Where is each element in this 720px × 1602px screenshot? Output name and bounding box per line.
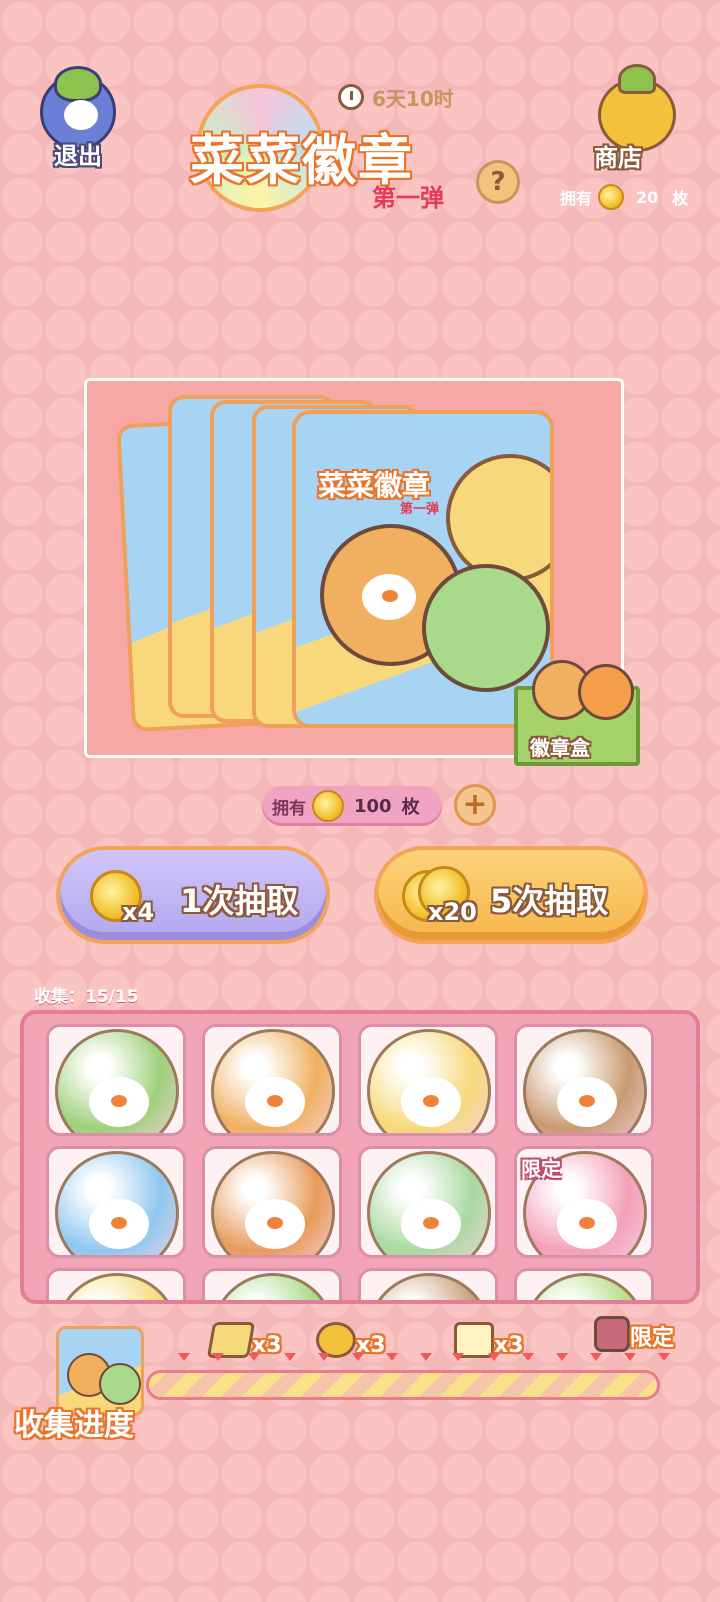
- exit-button[interactable]: 退出: [30, 64, 120, 174]
- owned-count: 20: [636, 187, 659, 207]
- badge-slot-5[interactable]: [46, 1146, 186, 1258]
- draw-5-cost: x20: [428, 898, 477, 926]
- leaf-chick-badge-icon: [523, 1273, 647, 1300]
- box-badge-icon: [578, 664, 634, 720]
- progress-tick: [522, 1353, 534, 1361]
- shop-button[interactable]: 商店: [590, 64, 680, 174]
- help-button[interactable]: ?: [476, 160, 520, 204]
- draw-1-button[interactable]: x4 1次抽取: [56, 846, 330, 944]
- help-icon: ?: [490, 167, 506, 197]
- timer-chip: 6天10时: [338, 80, 454, 114]
- progress-tick: [624, 1353, 636, 1361]
- badge-slot-6[interactable]: [202, 1146, 342, 1258]
- progress-tick: [556, 1353, 568, 1361]
- plus-icon: +: [462, 787, 488, 822]
- collection-panel: 限定: [20, 1010, 700, 1304]
- milestone-4[interactable]: 限定: [594, 1316, 674, 1352]
- yellow-chick-badge-icon: [55, 1273, 179, 1300]
- progress-tick: [658, 1353, 670, 1361]
- limited-icon: [594, 1316, 630, 1352]
- badge-slot-7[interactable]: [358, 1146, 498, 1258]
- progress-fill: [149, 1373, 657, 1397]
- page-subtitle: 第一弹: [372, 184, 444, 212]
- collection-count: 收集：15/15: [34, 987, 139, 1007]
- progress-track: [146, 1370, 660, 1400]
- owned-unit: 枚: [672, 189, 689, 208]
- chick-beak-icon: [423, 1095, 439, 1107]
- badge-slot-3[interactable]: [358, 1024, 498, 1136]
- pineapple-leaf-icon: [618, 64, 656, 94]
- clover-leaf-icon: [54, 66, 102, 102]
- coin-owned-label: 拥有: [272, 798, 306, 819]
- badge-currency-owned: 拥有 20 枚: [560, 184, 688, 210]
- chick-beak-icon: [579, 1217, 595, 1229]
- exit-label: 退出: [54, 142, 102, 170]
- brown-chick-badge-icon: [367, 1273, 491, 1300]
- add-coin-button[interactable]: +: [454, 784, 496, 826]
- badge-slot-1[interactable]: [46, 1024, 186, 1136]
- coin-owned-count: 100: [354, 795, 392, 817]
- progress-tick: [420, 1353, 432, 1361]
- coin-owned-unit: 枚: [401, 797, 420, 818]
- progress-tick: [178, 1353, 190, 1361]
- progress-tick: [452, 1353, 464, 1361]
- chick-beak-icon: [111, 1217, 127, 1229]
- milestone-4-reward: 限定: [630, 1326, 675, 1351]
- gold-coin-icon: [312, 790, 344, 822]
- timer-text: 6天10时: [372, 86, 454, 111]
- badge-slot-2[interactable]: [202, 1024, 342, 1136]
- progress-tick: [386, 1353, 398, 1361]
- chick-beak-icon: [579, 1095, 595, 1107]
- chick-face-icon: [64, 100, 98, 130]
- badge-grid: 限定: [46, 1024, 686, 1300]
- green-chick-badge-icon: [211, 1273, 335, 1300]
- owned-label: 拥有: [560, 189, 593, 208]
- chick-beak-icon: [423, 1217, 439, 1229]
- chick-beak-icon: [382, 590, 398, 602]
- coin-balance: 拥有 100 枚: [262, 786, 442, 826]
- badge-slot-11[interactable]: [358, 1268, 498, 1300]
- progress-tick: [318, 1353, 330, 1361]
- progress-tick: [488, 1353, 500, 1361]
- badge-slot-10[interactable]: [202, 1268, 342, 1300]
- draw-5-button[interactable]: x20 5次抽取: [374, 846, 648, 944]
- shop-label: 商店: [594, 144, 642, 172]
- limited-tag: 限定: [521, 1157, 561, 1181]
- draw-1-cost: x4: [122, 898, 155, 926]
- progress-tick: [590, 1353, 602, 1361]
- draw-1-label: 1次抽取: [180, 882, 299, 920]
- badge-slot-4[interactable]: [514, 1024, 654, 1136]
- progress-tick: [212, 1353, 224, 1361]
- draw-5-label: 5次抽取: [490, 882, 609, 920]
- pack-subtitle: 第一弹: [400, 502, 440, 517]
- badge-coin-icon: [598, 184, 625, 210]
- clock-icon: [338, 84, 364, 110]
- chick-beak-icon: [267, 1217, 283, 1229]
- badge-box-button[interactable]: 徽章盒: [508, 632, 648, 772]
- badge-slot-12[interactable]: [514, 1268, 654, 1300]
- badge-slot-8[interactable]: 限定: [514, 1146, 654, 1258]
- badge-slot-9[interactable]: [46, 1268, 186, 1300]
- badge-box-label: 徽章盒: [530, 736, 590, 760]
- progress-tick: [352, 1353, 364, 1361]
- chick-beak-icon: [111, 1095, 127, 1107]
- pineapple-badge-icon: [446, 454, 550, 582]
- chick-beak-icon: [267, 1095, 283, 1107]
- progress-tick: [284, 1353, 296, 1361]
- progress-label: 收集进度: [14, 1408, 134, 1443]
- progress-tick: [248, 1353, 260, 1361]
